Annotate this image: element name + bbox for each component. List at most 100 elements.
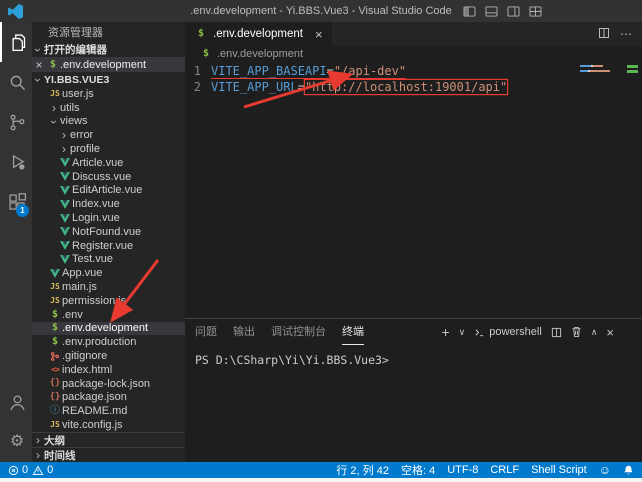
js-icon: JS bbox=[48, 90, 62, 98]
panel-tab[interactable]: 终端 bbox=[342, 319, 364, 345]
toggle-secondary-sidebar-icon[interactable] bbox=[507, 6, 520, 17]
close-icon[interactable]: × bbox=[32, 58, 46, 72]
file-tree-item[interactable]: {}package.json bbox=[32, 391, 185, 405]
file-tree-item[interactable]: JSpermission.js bbox=[32, 294, 185, 308]
file-tree-item[interactable]: Article.vue bbox=[32, 156, 185, 170]
project-root-header[interactable]: › YI.BBS.VUE3 bbox=[32, 72, 185, 87]
panel-tab[interactable]: 问题 bbox=[195, 319, 217, 345]
language-mode[interactable]: Shell Script bbox=[531, 464, 587, 476]
eol-sequence[interactable]: CRLF bbox=[490, 464, 519, 476]
timeline-section[interactable]: › 时间线 bbox=[32, 447, 185, 462]
window-edge bbox=[0, 478, 642, 482]
explorer-sidebar: 资源管理器 › 打开的编辑器 × $ .env.development › YI… bbox=[32, 22, 185, 462]
shell-icon: $ bbox=[46, 60, 60, 70]
js-icon: JS bbox=[48, 283, 62, 291]
file-name: .env.production bbox=[62, 336, 136, 348]
file-tree-item[interactable]: Test.vue bbox=[32, 253, 185, 267]
file-tree-item[interactable]: EditArticle.vue bbox=[32, 184, 185, 198]
settings-gear-icon[interactable]: ⚙ bbox=[0, 422, 32, 462]
file-name: views bbox=[60, 115, 88, 127]
maximize-panel-icon[interactable]: ∧ bbox=[591, 328, 598, 337]
vue-icon bbox=[58, 186, 72, 195]
minimap[interactable] bbox=[580, 65, 620, 75]
terminal-prompt: PS D:\CSharp\Yi\Yi.BBS.Vue3> bbox=[195, 353, 642, 367]
more-actions-icon[interactable]: ⋯ bbox=[620, 27, 632, 41]
file-tree-item[interactable]: ⓘREADME.md bbox=[32, 404, 185, 418]
file-tree-item[interactable]: {}package-lock.json bbox=[32, 377, 185, 391]
open-editor-item[interactable]: × $ .env.development bbox=[32, 57, 185, 72]
file-tree-item[interactable]: ›views bbox=[32, 115, 185, 129]
problems-warnings[interactable]: 0 bbox=[32, 464, 53, 476]
shell-icon: $ bbox=[48, 337, 62, 347]
file-tree-item[interactable]: <>index.html bbox=[32, 363, 185, 377]
split-editor-icon[interactable] bbox=[598, 27, 610, 42]
file-name: .env bbox=[62, 309, 83, 321]
js-icon: JS bbox=[48, 297, 62, 305]
file-name: Article.vue bbox=[72, 157, 123, 169]
toggle-sidebar-icon[interactable] bbox=[463, 6, 476, 17]
breadcrumb[interactable]: $ .env.development bbox=[185, 46, 642, 62]
panel-tab[interactable]: 输出 bbox=[233, 319, 255, 345]
editor-tab[interactable]: $ .env.development × bbox=[185, 22, 332, 46]
outline-section[interactable]: › 大纲 bbox=[32, 432, 185, 447]
file-tree-item[interactable]: ›profile bbox=[32, 142, 185, 156]
file-tree-item[interactable]: Discuss.vue bbox=[32, 170, 185, 184]
close-panel-icon[interactable]: × bbox=[606, 326, 614, 339]
shell-label: powershell bbox=[489, 326, 542, 338]
new-terminal-icon[interactable]: + bbox=[441, 325, 449, 339]
file-tree-item[interactable]: $.env bbox=[32, 308, 185, 322]
run-debug-icon[interactable] bbox=[0, 142, 32, 182]
window-title: .env.development - Yi.BBS.Vue3 - Visual … bbox=[0, 5, 642, 17]
customize-layout-icon[interactable] bbox=[529, 6, 542, 17]
terminal-dropdown-icon[interactable]: ∨ bbox=[459, 328, 466, 337]
file-tree-item[interactable]: JSmain.js bbox=[32, 280, 185, 294]
file-tree-item[interactable]: Index.vue bbox=[32, 197, 185, 211]
terminal-instance-powershell[interactable]: powershell bbox=[474, 326, 542, 338]
chevron-right-icon: › bbox=[58, 142, 70, 156]
encoding[interactable]: UTF-8 bbox=[447, 464, 478, 476]
extensions-badge: 1 bbox=[16, 204, 29, 217]
file-tree-item[interactable]: Login.vue bbox=[32, 211, 185, 225]
open-editor-file-name: .env.development bbox=[60, 59, 146, 71]
file-tree-item[interactable]: JSuser.js bbox=[32, 87, 185, 101]
account-icon[interactable] bbox=[0, 382, 32, 422]
file-name: EditArticle.vue bbox=[72, 184, 142, 196]
json-icon: {} bbox=[48, 379, 62, 388]
terminal-content[interactable]: PS D:\CSharp\Yi\Yi.BBS.Vue3> bbox=[185, 345, 642, 462]
source-control-icon[interactable] bbox=[0, 102, 32, 142]
file-tree-item[interactable]: $.env.production bbox=[32, 335, 185, 349]
file-tree-item[interactable]: Register.vue bbox=[32, 239, 185, 253]
cursor-position[interactable]: 行 2, 列 42 bbox=[336, 462, 389, 478]
env-key: VITE_APP_BASEAPI bbox=[211, 64, 327, 78]
vue-icon bbox=[58, 214, 72, 223]
search-icon[interactable] bbox=[0, 62, 32, 102]
panel-tab[interactable]: 调试控制台 bbox=[271, 319, 326, 345]
explorer-icon[interactable] bbox=[0, 22, 32, 62]
toggle-panel-icon[interactable] bbox=[485, 6, 498, 17]
line-number: 2 bbox=[185, 79, 211, 95]
json-icon: {} bbox=[48, 393, 62, 402]
indentation[interactable]: 空格: 4 bbox=[401, 462, 435, 478]
file-tree-item[interactable]: .gitignore bbox=[32, 349, 185, 363]
open-editors-header[interactable]: › 打开的编辑器 bbox=[32, 42, 185, 57]
split-terminal-icon[interactable] bbox=[551, 327, 562, 338]
kill-terminal-icon[interactable] bbox=[571, 326, 582, 338]
file-name: .env.development bbox=[62, 322, 148, 334]
problems-errors[interactable]: 0 bbox=[8, 464, 28, 476]
close-icon[interactable]: × bbox=[315, 27, 323, 42]
notifications-bell-icon[interactable] bbox=[623, 465, 634, 476]
shell-icon: $ bbox=[48, 323, 62, 333]
file-tree-item[interactable]: $.env.development bbox=[32, 322, 185, 336]
code-editor[interactable]: 1VITE_APP_BASEAPI="/api-dev"2VITE_APP_UR… bbox=[185, 62, 642, 318]
file-tree-item[interactable]: App.vue bbox=[32, 266, 185, 280]
file-tree-item[interactable]: ›error bbox=[32, 128, 185, 142]
file-tree-item[interactable]: JSvite.config.js bbox=[32, 418, 185, 432]
feedback-smiley-icon[interactable]: ☺ bbox=[599, 463, 611, 477]
panel-actions: + ∨ powershell ∧ × bbox=[441, 325, 632, 339]
info-icon: ⓘ bbox=[48, 406, 62, 416]
file-tree-item[interactable]: NotFound.vue bbox=[32, 225, 185, 239]
chevron-right-icon: › bbox=[32, 433, 44, 447]
file-tree-item[interactable]: ›utils bbox=[32, 101, 185, 115]
extensions-icon[interactable]: 1 bbox=[0, 182, 32, 222]
chevron-down-icon: › bbox=[32, 74, 45, 86]
